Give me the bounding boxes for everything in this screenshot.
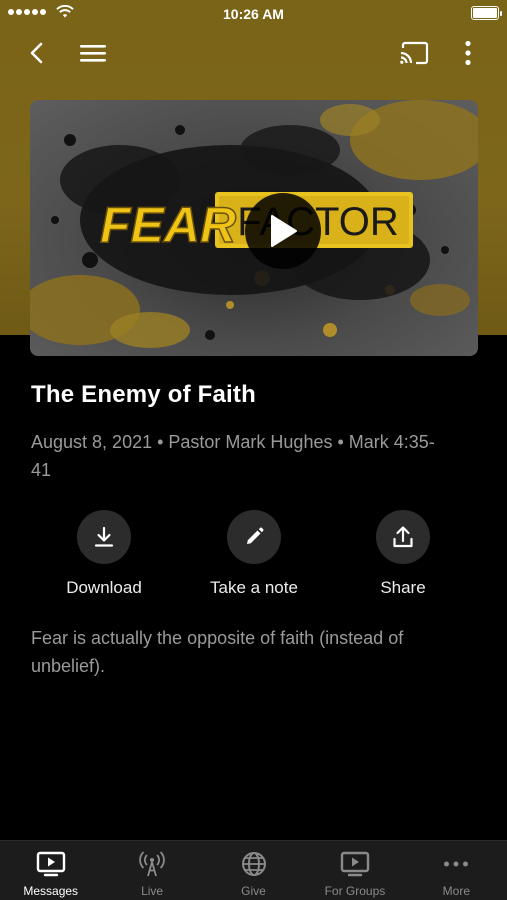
download-icon bbox=[94, 526, 114, 547]
message-meta: August 8, 2021 • Pastor Mark Hughes • Ma… bbox=[31, 432, 435, 480]
tv-play-icon bbox=[36, 851, 65, 877]
cast-icon bbox=[400, 41, 429, 65]
sermon-artwork[interactable]: FACTOR FEAR bbox=[30, 100, 478, 356]
hamburger-menu-icon bbox=[80, 45, 106, 62]
take-note-button[interactable]: Take a note bbox=[179, 510, 329, 598]
message-description: Fear is actually the opposite of faith (… bbox=[31, 628, 404, 676]
broadcast-icon bbox=[139, 851, 165, 877]
bottom-tab-bar: Messages Live Give For Groups More bbox=[0, 840, 507, 900]
pencil-icon bbox=[247, 527, 264, 544]
artwork-title-left: FEAR bbox=[100, 197, 236, 253]
tab-more[interactable]: More bbox=[406, 841, 507, 900]
download-label: Download bbox=[66, 578, 142, 597]
more-options-button[interactable] bbox=[451, 36, 485, 70]
tab-label: Messages bbox=[23, 884, 79, 898]
take-note-label: Take a note bbox=[210, 578, 298, 597]
download-button[interactable]: Download bbox=[29, 510, 179, 598]
tab-give[interactable]: Give bbox=[203, 841, 304, 900]
cast-button[interactable] bbox=[397, 36, 431, 70]
share-button[interactable]: Share bbox=[328, 510, 478, 598]
battery-icon bbox=[471, 6, 502, 20]
status-bar: 10:26 AM bbox=[0, 0, 507, 28]
play-icon bbox=[271, 215, 297, 247]
tab-for-groups[interactable]: For Groups bbox=[304, 841, 405, 900]
tab-label: Live bbox=[141, 884, 164, 898]
menu-button[interactable] bbox=[76, 36, 110, 70]
tab-messages[interactable]: Messages bbox=[0, 841, 101, 900]
tv-play-icon bbox=[340, 851, 370, 877]
message-title: The Enemy of Faith bbox=[31, 381, 256, 408]
tab-label: For Groups bbox=[324, 884, 386, 898]
tab-live[interactable]: Live bbox=[101, 841, 202, 900]
tab-label: More bbox=[442, 884, 470, 898]
chevron-left-icon bbox=[30, 42, 43, 64]
more-dots-icon bbox=[444, 861, 469, 867]
share-label: Share bbox=[380, 578, 426, 597]
status-time: 10:26 AM bbox=[223, 6, 284, 22]
vertical-dots-icon bbox=[465, 40, 471, 66]
tab-label: Give bbox=[241, 884, 266, 898]
back-button[interactable] bbox=[20, 36, 54, 70]
share-icon bbox=[393, 526, 413, 548]
globe-icon bbox=[241, 852, 266, 876]
top-nav bbox=[0, 30, 507, 74]
play-button[interactable] bbox=[245, 193, 321, 269]
